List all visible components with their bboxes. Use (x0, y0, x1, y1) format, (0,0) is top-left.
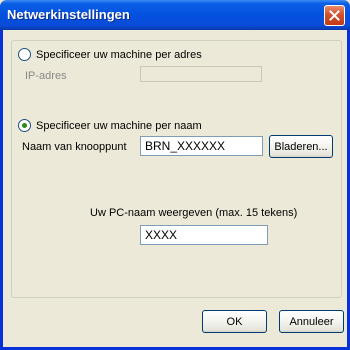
dialog-window: Netwerkinstellingen Specificeer uw machi… (0, 0, 350, 350)
pc-name-field[interactable] (140, 225, 268, 245)
ip-address-label: IP-adres (25, 70, 67, 82)
pc-name-label: Uw PC-naam weergeven (max. 15 tekens) (90, 207, 298, 219)
radio-address-indicator[interactable] (18, 48, 31, 61)
ok-button[interactable]: OK (202, 310, 267, 333)
title-bar[interactable]: Netwerkinstellingen (0, 0, 350, 30)
cancel-button[interactable]: Annuleer (279, 310, 344, 333)
close-icon (329, 10, 340, 21)
radio-name-indicator[interactable] (18, 119, 31, 132)
ip-address-field[interactable] (140, 66, 262, 82)
radio-address-label: Specificeer uw machine per adres (36, 48, 202, 61)
radio-name-label: Specificeer uw machine per naam (36, 119, 202, 132)
close-button[interactable] (324, 5, 345, 26)
browse-button[interactable]: Bladeren... (269, 135, 333, 158)
window-title: Netwerkinstellingen (7, 7, 130, 22)
node-name-field[interactable] (140, 136, 263, 156)
radio-specify-by-address[interactable]: Specificeer uw machine per adres (18, 48, 202, 61)
radio-specify-by-name[interactable]: Specificeer uw machine per naam (18, 119, 202, 132)
node-name-label: Naam van knooppunt (22, 141, 127, 153)
